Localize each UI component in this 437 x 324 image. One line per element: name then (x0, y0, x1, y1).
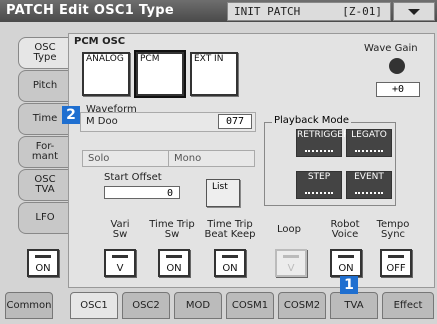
analog-button[interactable]: ANALOG (82, 52, 130, 96)
waveform-name: M Doo (86, 116, 118, 127)
list-button[interactable]: List (206, 179, 240, 207)
switch-indicator (222, 255, 238, 258)
patch-display: INIT PATCH [Z-01] (227, 2, 391, 21)
callout-marker-2: 2 (62, 106, 80, 124)
wave-icon (305, 144, 333, 152)
switch-value: V (287, 263, 295, 274)
step-label: STEP (307, 172, 331, 182)
wave-icon (355, 186, 383, 194)
switch-indicator (388, 255, 404, 258)
retrigger-button[interactable]: RETRIGGER (296, 129, 349, 157)
tab-common[interactable]: Common (5, 292, 53, 319)
tab-osc1[interactable]: OSC1 (70, 292, 118, 319)
retrigger-label: RETRIGGER (297, 130, 350, 140)
waveform-number[interactable]: 077 (218, 114, 252, 129)
switch-indicator (338, 255, 354, 258)
list-label: List (212, 182, 228, 192)
page-title: PATCH Edit OSC1 Type (6, 3, 175, 18)
time-trip-beat-keep-switch[interactable]: ON (214, 249, 246, 277)
solo-field: Solo (82, 150, 169, 167)
tab-effect[interactable]: Effect (382, 292, 434, 319)
wave-gain-value[interactable]: +0 (376, 82, 420, 97)
legato-button[interactable]: LEGATO (346, 129, 392, 157)
patch-number: [Z-01] (342, 5, 382, 18)
switch-value: ON (35, 263, 51, 274)
chevron-down-icon (408, 9, 420, 15)
tab-tva[interactable]: TVA (330, 292, 378, 319)
loop-switch[interactable]: V (275, 249, 307, 277)
switch-indicator (166, 255, 182, 258)
title-bar: PATCH Edit OSC1 Type INIT PATCH [Z-01] (0, 0, 437, 22)
wave-icon (355, 144, 383, 152)
switch-value: ON (338, 263, 354, 274)
patch-name: INIT PATCH (234, 5, 301, 18)
time-trip-sw-label: Time Trip Sw (149, 219, 195, 240)
ext-in-label: EXT IN (194, 54, 224, 64)
wave-icon (305, 186, 333, 194)
switch-value: OFF (386, 263, 406, 274)
pcm-osc-label: PCM OSC (74, 36, 126, 47)
event-label: EVENT (354, 172, 384, 182)
tab-formant[interactable]: For- mant (18, 136, 71, 168)
patch-dropdown-button[interactable] (393, 2, 435, 21)
tab-mod[interactable]: MOD (174, 292, 222, 319)
event-button[interactable]: EVENT (346, 171, 392, 199)
switch-value: ON (166, 263, 182, 274)
wave-gain-label: Wave Gain (364, 43, 418, 54)
tab-cosm1[interactable]: COSM1 (226, 292, 274, 319)
switch-indicator (283, 255, 299, 258)
start-offset-label: Start Offset (104, 172, 162, 183)
switch-value: V (116, 263, 124, 274)
vari-sw-label: Vari Sw (110, 219, 130, 240)
start-offset-value[interactable]: 0 (104, 186, 180, 199)
tab-cosm2[interactable]: COSM2 (278, 292, 326, 319)
screen: PATCH Edit OSC1 Type INIT PATCH [Z-01] O… (0, 0, 437, 324)
pcm-button[interactable]: PCM (134, 50, 186, 98)
legato-label: LEGATO (351, 130, 387, 140)
callout-marker-1: 1 (340, 276, 358, 294)
analog-label: ANALOG (86, 54, 124, 64)
pcm-label: PCM (140, 54, 160, 64)
switch-value: ON (222, 263, 238, 274)
vari-sw-switch[interactable]: V (104, 249, 136, 277)
loop-label: Loop (277, 224, 301, 235)
robot-voice-label: Robot Voice (330, 219, 360, 240)
switch-indicator (35, 255, 51, 258)
playback-mode-label: Playback Mode (272, 115, 352, 126)
tab-osc2[interactable]: OSC2 (122, 292, 170, 319)
tab-osc-tva[interactable]: OSC TVA (18, 169, 71, 201)
time-trip-sw-switch[interactable]: ON (158, 249, 190, 277)
tab-lfo[interactable]: LFO (18, 202, 71, 234)
mono-field: Mono (168, 150, 255, 167)
wave-gain-knob-icon[interactable] (389, 58, 405, 74)
ext-in-button[interactable]: EXT IN (190, 52, 238, 96)
switch-indicator (112, 255, 128, 258)
step-button[interactable]: STEP (296, 171, 342, 199)
tab-pitch[interactable]: Pitch (18, 70, 71, 102)
tempo-sync-label: Tempo Sync (376, 219, 410, 240)
tab-osc-type[interactable]: OSC Type (18, 37, 71, 69)
robot-voice-switch[interactable]: ON (330, 249, 362, 277)
time-trip-beat-keep-label: Time Trip Beat Keep (204, 219, 256, 240)
tempo-sync-switch[interactable]: OFF (380, 249, 412, 277)
left-on-switch[interactable]: ON (27, 249, 59, 277)
